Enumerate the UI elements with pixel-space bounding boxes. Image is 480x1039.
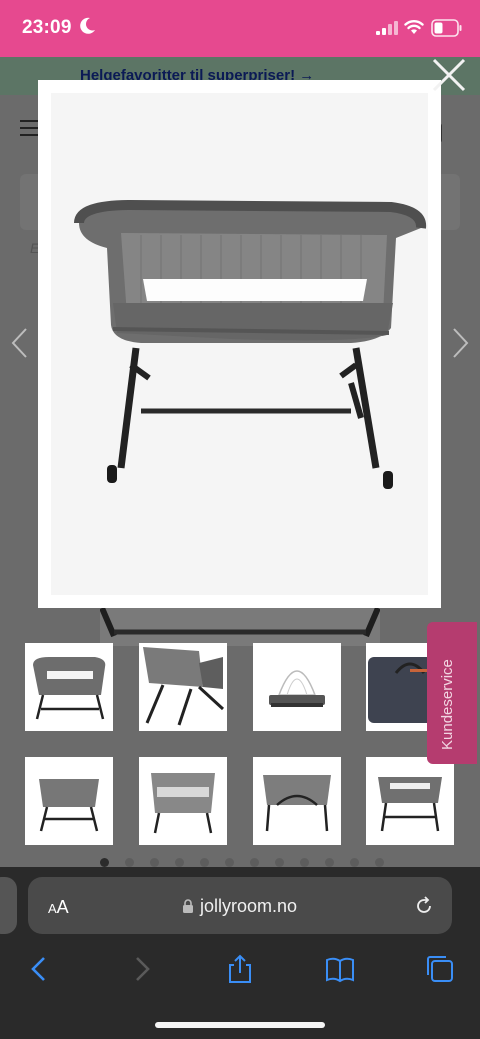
battery-icon — [431, 19, 462, 37]
browser-chrome: AA jollyroom.no — [0, 867, 480, 1039]
thumbnail-2[interactable] — [139, 643, 227, 731]
crib-thumbnail-image — [25, 643, 113, 731]
aa-small: A — [48, 901, 57, 916]
clock-time: 23:09 — [22, 17, 72, 38]
pagination-dot[interactable] — [125, 858, 134, 867]
thumbnail-8[interactable] — [366, 757, 454, 845]
thumbnail-5[interactable] — [25, 757, 113, 845]
image-lightbox — [38, 80, 441, 608]
reload-icon[interactable] — [413, 895, 435, 917]
customer-service-tab[interactable]: Kundeservice — [427, 622, 477, 764]
moon-icon — [80, 17, 95, 34]
customer-service-label: Kundeservice — [439, 659, 456, 750]
chevron-right-icon[interactable] — [450, 325, 472, 361]
pagination-dot[interactable] — [325, 858, 334, 867]
crib-thumbnail-image — [366, 757, 454, 845]
pagination-dot[interactable] — [200, 858, 209, 867]
thumbnail-7[interactable] — [253, 757, 341, 845]
pagination-dot[interactable] — [150, 858, 159, 867]
thumbnail-3[interactable] — [253, 643, 341, 731]
crib-thumbnail-image — [139, 757, 227, 845]
aa-large: A — [56, 897, 69, 917]
lightbox-image[interactable] — [51, 93, 428, 595]
pagination-dot[interactable] — [375, 858, 384, 867]
bedside-crib-image — [74, 199, 427, 489]
previous-tab-peek[interactable] — [0, 877, 17, 934]
forward-icon[interactable] — [126, 953, 158, 985]
close-icon[interactable] — [430, 56, 468, 94]
share-icon[interactable] — [224, 953, 256, 985]
pagination-dot[interactable] — [300, 858, 309, 867]
url-text: jollyroom.no — [200, 896, 298, 916]
status-bar: 23:09 — [0, 0, 480, 57]
wifi-icon — [404, 20, 424, 34]
thumbnail-6[interactable] — [139, 757, 227, 845]
home-indicator[interactable] — [155, 1022, 325, 1028]
pagination-dot[interactable] — [250, 858, 259, 867]
chevron-left-icon[interactable] — [8, 325, 30, 361]
thumbnail-1[interactable] — [25, 643, 113, 731]
pagination-dot[interactable] — [225, 858, 234, 867]
crib-thumbnail-image — [253, 643, 341, 731]
crib-thumbnail-image — [253, 757, 341, 845]
address-bar[interactable]: AA jollyroom.no — [28, 877, 452, 934]
pagination-dot[interactable] — [350, 858, 359, 867]
pagination-dot[interactable] — [175, 858, 184, 867]
signal-icon — [376, 21, 398, 35]
reader-settings-button[interactable]: AA — [48, 897, 69, 918]
pagination-dot[interactable] — [275, 858, 284, 867]
bookmarks-icon[interactable] — [324, 953, 356, 985]
tabs-icon[interactable] — [424, 953, 456, 985]
back-icon[interactable] — [24, 953, 56, 985]
lock-icon — [183, 899, 193, 913]
pagination-dot[interactable] — [100, 858, 109, 867]
crib-thumbnail-image — [139, 643, 227, 731]
menu-icon[interactable] — [20, 120, 40, 136]
crib-thumbnail-image — [25, 757, 113, 845]
product-image-background — [100, 606, 380, 646]
